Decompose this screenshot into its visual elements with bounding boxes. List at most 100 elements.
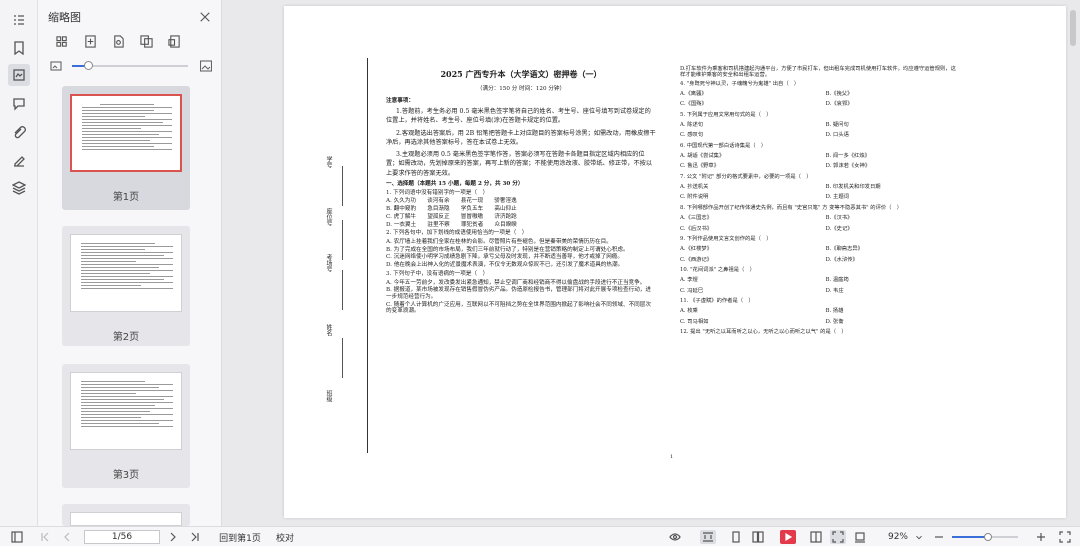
thumbnail-icon[interactable] <box>8 64 30 86</box>
fit-width-icon[interactable] <box>700 530 716 544</box>
option-row: C.《国殇》 D.《哀郢》 <box>680 101 960 107</box>
question-option: B. 翻中窥豹 急目渐隐 学负五车 高山仰止 <box>386 206 517 213</box>
question-text: 2. 下列各句中，加下划线的成语使用恰当的一项是（ ） <box>386 230 528 237</box>
exam-title: 2025 广西专升本（大学语文）密押卷（一） <box>440 69 602 79</box>
question-option: A. 枚乘 <box>680 308 698 315</box>
question-text: 7. 公文 "附记" 部分的格式要素中，必要的一项是（ ） <box>680 173 812 180</box>
question-option: C. 鲁迅《野草》 <box>680 163 720 170</box>
exam-subtitle: （满分：150 分 时间：120 分钟） <box>476 85 566 92</box>
binding-label: 考场号 <box>325 254 332 272</box>
option-row: A. 抄送机关 B. 印发机关和印发日期 <box>680 184 960 190</box>
question-option: A. 李煜 <box>680 277 698 284</box>
status-bar: 1/56 回到第1页 校对 92% <box>0 526 1080 546</box>
option-row: A. 陈述句 B. 疑问句 <box>680 122 960 128</box>
question-option: B.《汉书》 <box>825 215 853 222</box>
page-settings-icon[interactable] <box>108 34 128 48</box>
binding-margin: 学号 座位号 考场号 姓名 班级 <box>322 58 382 453</box>
option-row: C.《后汉书》 D.《史记》 <box>680 226 960 232</box>
option-row: C. 附件说明 D. 主题词 <box>680 194 960 200</box>
panel-title: 缩略图 <box>48 11 81 24</box>
question-option: C. 附件说明 <box>680 194 709 201</box>
left-questions: 1. 下列词语中没有错别字的一项是（ ） A. 久久为功 谈河有余 县花一现 骄奢… <box>386 190 656 315</box>
fit-page-icon[interactable] <box>830 530 846 544</box>
next-page-icon[interactable] <box>166 530 180 544</box>
question-option: C. 冯延巳 <box>680 287 704 294</box>
extract-page-icon[interactable] <box>164 34 184 48</box>
thumbnail-page-3[interactable]: 第3页 <box>62 364 190 488</box>
question-text: 3. 下列句子中，没有语病的一项是（ ） <box>386 270 489 277</box>
question-text: 8. 下列哪部作品开创了纪传体通史先例，而且有 "史官只笔" 方 变等不隐恶其书… <box>680 204 903 211</box>
attachment-icon[interactable] <box>11 124 27 140</box>
question-option: D. 口头语 <box>825 132 849 139</box>
question-option: A.《三国志》 <box>680 215 712 222</box>
question-option: C. 司马相如 <box>680 318 709 325</box>
large-image-icon <box>200 60 212 72</box>
zoom-slider[interactable] <box>952 533 1018 541</box>
zoom-slider-knob[interactable] <box>984 533 992 541</box>
fullscreen-icon[interactable] <box>1058 530 1072 544</box>
question-option: A. 陈述句 <box>680 122 704 129</box>
thumbnail-image <box>70 372 182 450</box>
crop-icon[interactable] <box>852 530 868 544</box>
layers-icon[interactable] <box>11 180 27 196</box>
thumbnail-label: 第2页 <box>112 332 140 343</box>
question-text: 1. 下列词语中没有错别字的一项是（ ） <box>386 189 489 196</box>
question-option: D.《水浒传》 <box>825 256 858 263</box>
question-option: D. 他在晚会上出神入化的近景魔术表演，不仅令无数观众惊叹不已，还引发了魔术道具… <box>386 262 624 269</box>
question-text: 11. 《子虚赋》的作者是（ ） <box>680 297 754 304</box>
grid-view-icon[interactable] <box>52 34 72 48</box>
question-option: D. 张衡 <box>825 318 844 325</box>
bookmark-icon[interactable] <box>11 40 27 56</box>
close-icon[interactable] <box>199 8 213 22</box>
slider-knob[interactable] <box>84 61 93 70</box>
previous-page-icon[interactable] <box>60 530 74 544</box>
zoom-level[interactable]: 92% <box>884 530 912 544</box>
comment-icon[interactable] <box>11 96 27 112</box>
document-viewport[interactable]: 学号 座位号 考场号 姓名 班级 2025 广西专升本（大学语文）密押卷（一） … <box>222 0 1076 526</box>
thumbnail-page-4[interactable] <box>62 504 190 526</box>
question-option: D. 韦庄 <box>825 287 844 294</box>
outline-icon[interactable] <box>11 12 27 28</box>
question-text: 9. 下列作品使用文言文创作的是（ ） <box>680 235 772 242</box>
goto-first-page-button[interactable]: 回到第1页 <box>218 530 262 544</box>
sign-icon[interactable] <box>11 152 27 168</box>
duplicate-page-icon[interactable] <box>136 34 156 48</box>
zoom-dropdown-icon[interactable] <box>914 530 924 544</box>
two-page-icon[interactable] <box>750 530 766 544</box>
add-page-icon[interactable] <box>80 34 100 48</box>
thumbnail-page-2[interactable]: 第2页 <box>62 226 190 346</box>
question-option: D. 一衣翼土 驻里不察 罪犯贫者 众目睽睽 <box>386 221 517 228</box>
question-text: 10. "花间词派" 之鼻祖是（ ） <box>680 266 755 273</box>
question-option: C. 虎丁解牛 望孤反正 冒冒嗷嗷 济济跄跄 <box>386 213 517 220</box>
question-option: B. 为了完成在全国的市场布局，我们三年前就行动了，特别是在营销策略的制定上可谓… <box>386 246 629 253</box>
question-option: B. 温庭筠 <box>825 277 849 284</box>
proofread-button[interactable]: 校对 <box>274 530 296 544</box>
reading-mode-icon[interactable] <box>808 530 824 544</box>
zoom-in-icon[interactable] <box>1034 530 1048 544</box>
zoom-out-icon[interactable] <box>932 530 946 544</box>
single-page-icon[interactable] <box>728 530 744 544</box>
eye-icon[interactable] <box>664 530 686 544</box>
play-slideshow-icon[interactable] <box>780 530 796 544</box>
question-option: C.《国殇》 <box>680 101 707 108</box>
option-row: C. 冯延巳 D. 韦庄 <box>680 288 960 294</box>
thumbnail-size-slider[interactable] <box>50 59 212 73</box>
panel-toolbar <box>52 34 192 48</box>
question-option: A. 久久为功 谈河有余 县花一现 骄奢淫逸 <box>386 198 517 205</box>
option-row: C. 鲁迅《野草》 D. 郭沫若《女神》 <box>680 163 960 169</box>
thumbnail-page-1[interactable]: 第1页 <box>62 86 190 210</box>
small-image-icon <box>50 61 62 71</box>
last-page-icon[interactable] <box>188 530 202 544</box>
toggle-sidebar-icon[interactable] <box>10 530 24 544</box>
question-option: B. 疑问句 <box>825 122 849 129</box>
thumbnail-label: 第3页 <box>112 470 140 481</box>
first-page-icon[interactable] <box>38 530 52 544</box>
option-row: A.《离骚》 B.《挽父》 <box>680 91 960 97</box>
question-option: B. 据报道，某市场被发现存在销售假冒伪劣产品。伪造原检报告书，管理部门将对此开… <box>386 287 651 300</box>
question-option: C. 沉迷网络使小明学习成绩急剧下降，承亏父母及时发现，并不断适当善导，他才戒掉… <box>386 254 623 261</box>
page-number-input[interactable]: 1/56 <box>84 530 160 544</box>
option-row: A. 李煜 B. 温庭筠 <box>680 277 960 283</box>
binding-label: 姓名 <box>325 324 332 336</box>
document-scrollbar[interactable] <box>1070 10 1076 46</box>
question-option: D.《史记》 <box>825 225 853 232</box>
